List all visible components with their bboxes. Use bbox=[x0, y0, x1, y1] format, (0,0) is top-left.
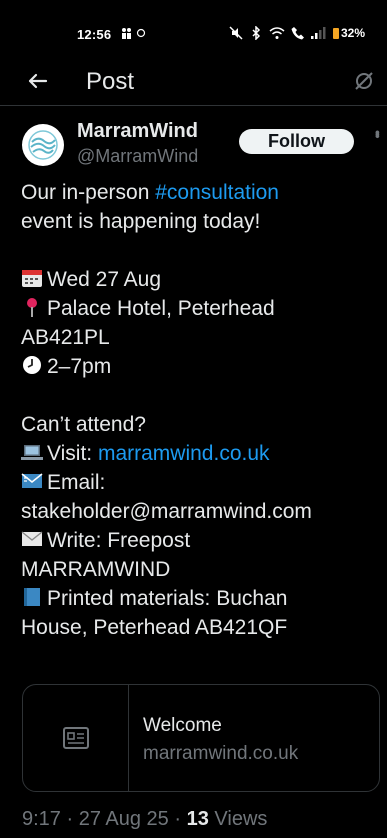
card-thumbnail bbox=[23, 685, 129, 791]
post-header: Post bbox=[0, 60, 387, 106]
post-date[interactable]: 27 Aug 25 bbox=[79, 808, 169, 830]
tweet-line: Our in-person #consultation bbox=[21, 181, 279, 204]
laptop-icon bbox=[21, 445, 43, 460]
views-count: 13 bbox=[186, 808, 209, 830]
follow-button[interactable]: Follow bbox=[239, 129, 354, 154]
more-options-icon[interactable]: ••• bbox=[370, 130, 386, 136]
author-name[interactable]: MarramWind bbox=[77, 120, 198, 143]
author-row: MarramWind @MarramWind Follow ••• bbox=[20, 120, 386, 170]
grok-icon[interactable] bbox=[353, 70, 375, 92]
battery-percent: 32% bbox=[340, 26, 365, 40]
views-label: Views bbox=[208, 808, 268, 830]
page-title: Post bbox=[86, 68, 135, 95]
website-link[interactable]: marramwind.co.uk bbox=[98, 442, 270, 465]
tweet-line: House, Peterhead AB421QF bbox=[21, 616, 288, 639]
people-icon bbox=[122, 28, 146, 39]
avatar[interactable] bbox=[22, 124, 64, 166]
battery-indicator: 32% bbox=[332, 26, 365, 40]
envelope-icon bbox=[21, 531, 43, 546]
post-metadata: 9:17 · 27 Aug 25 · 13 Views bbox=[22, 808, 268, 830]
tweet-spacer bbox=[21, 381, 381, 410]
bluetooth-icon bbox=[252, 26, 261, 40]
post-time[interactable]: 9:17 bbox=[22, 808, 61, 830]
tweet-text: Our in-person #consultation event is hap… bbox=[21, 178, 381, 642]
link-preview-card[interactable]: Welcome marramwind.co.uk bbox=[22, 684, 380, 792]
tweet-line-date: Wed 27 Aug bbox=[21, 265, 381, 294]
tweet-line: event is happening today! bbox=[21, 210, 261, 233]
email-icon bbox=[21, 473, 43, 488]
tweet-line: MARRAMWIND bbox=[21, 558, 171, 581]
tweet-line-visit: Visit: marramwind.co.uk bbox=[21, 439, 381, 468]
author-handle[interactable]: @MarramWind bbox=[77, 146, 198, 167]
tweet-line-location: Palace Hotel, Peterhead bbox=[21, 294, 381, 323]
marramwind-logo-icon bbox=[28, 130, 58, 160]
pin-icon bbox=[27, 298, 37, 317]
email-address[interactable]: stakeholder@marramwind.com bbox=[21, 497, 381, 526]
article-icon bbox=[62, 727, 89, 749]
book-icon bbox=[24, 588, 40, 606]
tweet-line-time: 2–7pm bbox=[21, 352, 381, 381]
status-time: 12:56 bbox=[77, 27, 112, 42]
card-domain: marramwind.co.uk bbox=[143, 743, 299, 764]
tweet-line: AB421PL bbox=[21, 326, 110, 349]
card-title: Welcome bbox=[143, 715, 222, 736]
signal-icon bbox=[310, 27, 326, 39]
tweet-line-printed: Printed materials: Buchan bbox=[21, 584, 381, 613]
clock-icon bbox=[23, 356, 41, 374]
calendar-icon bbox=[22, 270, 42, 287]
back-arrow-icon[interactable] bbox=[26, 69, 50, 93]
tweet-line: Can’t attend? bbox=[21, 413, 146, 436]
battery-icon bbox=[332, 27, 339, 39]
tweet-line-write: Write: Freepost bbox=[21, 526, 381, 555]
mute-icon bbox=[229, 26, 243, 40]
tweet-line-email: Email: bbox=[21, 468, 381, 497]
status-bar: 12:56 32% bbox=[0, 0, 387, 48]
call-icon bbox=[291, 27, 304, 40]
tweet-spacer bbox=[21, 236, 381, 265]
status-notification-icons bbox=[120, 27, 148, 42]
hashtag-link[interactable]: #consultation bbox=[155, 181, 279, 204]
status-right-icons: 32% bbox=[229, 26, 365, 40]
wifi-icon bbox=[269, 27, 285, 39]
